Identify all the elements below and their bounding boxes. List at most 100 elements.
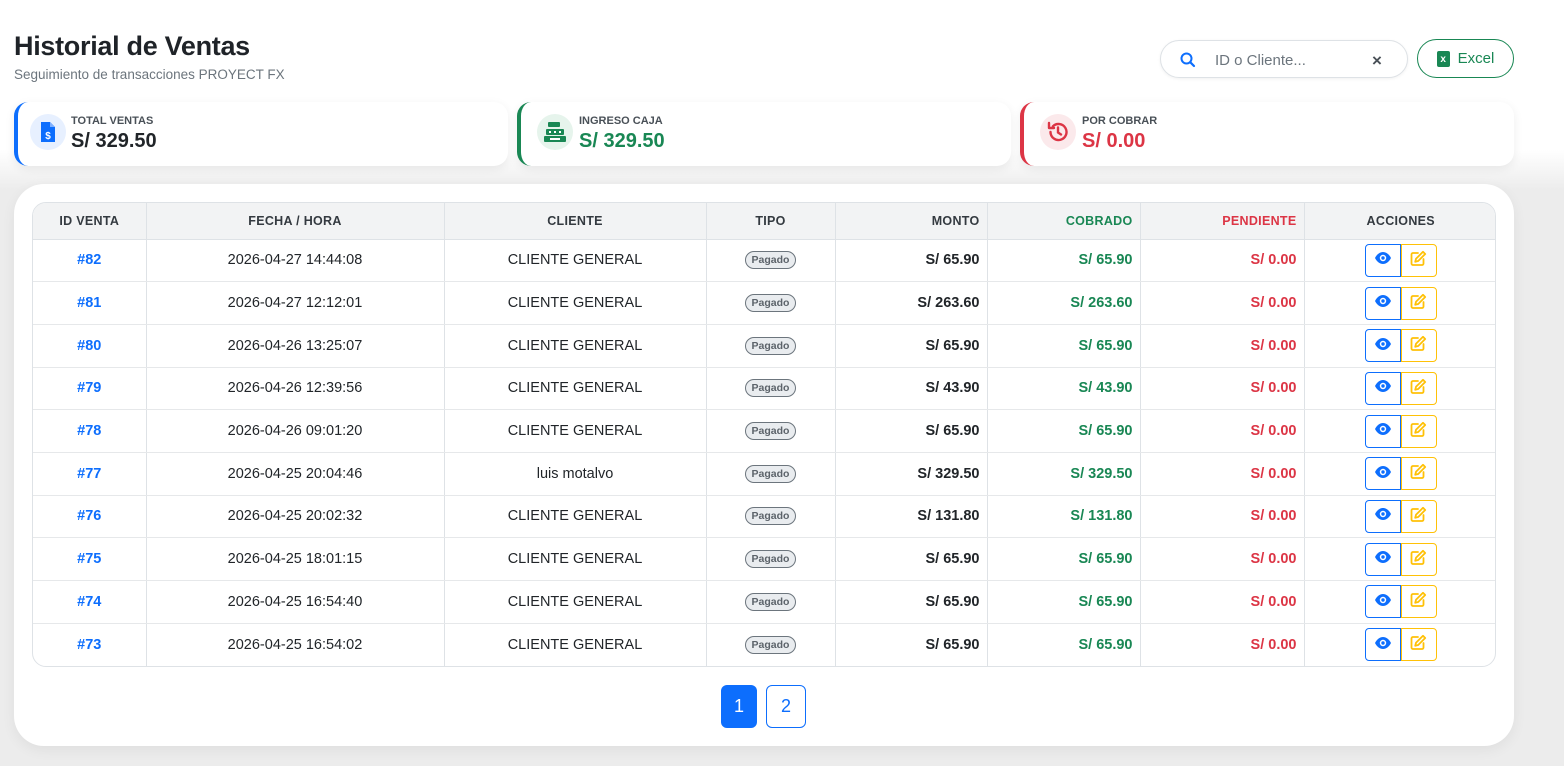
table-row: #76 2026-04-25 20:02:32 CLIENTE GENERAL Pag… bbox=[33, 495, 1495, 539]
sale-pending: S/ 0.00 bbox=[1140, 239, 1305, 283]
sale-amount: S/ 263.60 bbox=[835, 281, 988, 325]
sale-id-link[interactable]: #78 bbox=[33, 409, 147, 453]
sale-datetime: 2026-04-26 09:01:20 bbox=[146, 409, 445, 453]
sale-client: luis motalvo bbox=[444, 452, 707, 496]
col-header-pendiente[interactable]: PENDIENTE bbox=[1140, 203, 1305, 240]
sale-amount: S/ 43.90 bbox=[835, 367, 988, 411]
page-button-2[interactable]: 2 bbox=[766, 685, 806, 728]
view-button[interactable] bbox=[1364, 542, 1401, 576]
table-row: #81 2026-04-27 12:12:01 CLIENTE GENERAL Pag… bbox=[33, 281, 1495, 325]
edit-icon bbox=[1410, 293, 1427, 314]
table-row: #79 2026-04-26 12:39:56 CLIENTE GENERAL Pag… bbox=[33, 367, 1495, 411]
sale-type-cell: Pagado bbox=[706, 580, 836, 624]
view-button[interactable] bbox=[1364, 499, 1401, 533]
sale-pending: S/ 0.00 bbox=[1140, 452, 1305, 496]
col-header-cobrado[interactable]: COBRADO bbox=[987, 203, 1141, 240]
sale-id-link[interactable]: #76 bbox=[33, 495, 147, 539]
col-header-cliente[interactable]: CLIENTE bbox=[444, 203, 707, 240]
edit-button[interactable] bbox=[1400, 457, 1437, 491]
sale-id-link[interactable]: #82 bbox=[33, 239, 147, 283]
sales-table-container: ID VENTA FECHA / HORA CLIENTE TIPO MONTO… bbox=[32, 202, 1496, 667]
invoice-dollar-icon: $ bbox=[30, 114, 66, 150]
sale-id-link[interactable]: #80 bbox=[33, 324, 147, 368]
sale-datetime: 2026-04-27 14:44:08 bbox=[146, 239, 445, 283]
search-box: × bbox=[1160, 40, 1408, 78]
sale-type-cell: Pagado bbox=[706, 281, 836, 325]
sale-type-cell: Pagado bbox=[706, 367, 836, 411]
page-title: Historial de Ventas bbox=[14, 31, 250, 61]
edit-button[interactable] bbox=[1400, 499, 1437, 533]
table-row: #80 2026-04-26 13:25:07 CLIENTE GENERAL Pag… bbox=[33, 324, 1495, 368]
eye-icon bbox=[1374, 465, 1392, 483]
actions-cell bbox=[1304, 623, 1495, 666]
view-button[interactable] bbox=[1364, 628, 1401, 662]
page-subtitle: Seguimiento de transacciones PROYECT FX bbox=[14, 67, 285, 82]
pagination: 1 2 bbox=[721, 685, 806, 728]
cash-register-icon bbox=[537, 114, 573, 150]
edit-button[interactable] bbox=[1400, 542, 1437, 576]
stat-value: S/ 0.00 bbox=[1082, 130, 1146, 152]
view-button[interactable] bbox=[1364, 414, 1401, 448]
edit-icon bbox=[1410, 421, 1427, 442]
status-badge: Pagado bbox=[744, 507, 797, 526]
stat-card-ingreso-caja: INGRESO CAJA S/ 329.50 bbox=[517, 102, 1011, 166]
sale-pending: S/ 0.00 bbox=[1140, 495, 1305, 539]
search-input[interactable] bbox=[1215, 49, 1365, 71]
view-button[interactable] bbox=[1364, 243, 1401, 277]
sale-type-cell: Pagado bbox=[706, 409, 836, 453]
eye-icon bbox=[1374, 337, 1392, 355]
view-button[interactable] bbox=[1364, 286, 1401, 320]
edit-button[interactable] bbox=[1400, 414, 1437, 448]
history-icon bbox=[1040, 114, 1076, 150]
stat-card-por-cobrar: POR COBRAR S/ 0.00 bbox=[1020, 102, 1514, 166]
sale-pending: S/ 0.00 bbox=[1140, 537, 1305, 581]
col-header-id[interactable]: ID VENTA bbox=[33, 203, 147, 240]
view-button[interactable] bbox=[1364, 585, 1401, 619]
edit-icon bbox=[1410, 250, 1427, 271]
sale-id-link[interactable]: #81 bbox=[33, 281, 147, 325]
col-header-tipo[interactable]: TIPO bbox=[706, 203, 836, 240]
sale-id-link[interactable]: #77 bbox=[33, 452, 147, 496]
page-button-1[interactable]: 1 bbox=[721, 685, 757, 728]
status-badge: Pagado bbox=[744, 550, 797, 569]
sale-id-link[interactable]: #74 bbox=[33, 580, 147, 624]
sale-datetime: 2026-04-25 16:54:02 bbox=[146, 623, 445, 666]
actions-cell bbox=[1304, 409, 1495, 453]
actions-cell bbox=[1304, 495, 1495, 539]
edit-button[interactable] bbox=[1400, 329, 1437, 363]
sale-datetime: 2026-04-27 12:12:01 bbox=[146, 281, 445, 325]
file-excel-icon: x bbox=[1436, 50, 1450, 67]
view-button[interactable] bbox=[1364, 457, 1401, 491]
sale-collected: S/ 65.90 bbox=[987, 623, 1141, 666]
clear-icon[interactable]: × bbox=[1367, 51, 1387, 71]
col-header-fecha[interactable]: FECHA / HORA bbox=[146, 203, 445, 240]
edit-button[interactable] bbox=[1400, 585, 1437, 619]
actions-cell bbox=[1304, 281, 1495, 325]
actions-cell bbox=[1304, 452, 1495, 496]
excel-export-button[interactable]: x Excel bbox=[1417, 39, 1514, 78]
edit-button[interactable] bbox=[1400, 243, 1437, 277]
view-button[interactable] bbox=[1364, 329, 1401, 363]
sale-amount: S/ 65.90 bbox=[835, 580, 988, 624]
edit-button[interactable] bbox=[1400, 371, 1437, 405]
edit-button[interactable] bbox=[1400, 286, 1437, 320]
sale-client: CLIENTE GENERAL bbox=[444, 495, 707, 539]
sale-client: CLIENTE GENERAL bbox=[444, 239, 707, 283]
sale-type-cell: Pagado bbox=[706, 324, 836, 368]
edit-icon bbox=[1410, 335, 1427, 356]
actions-cell bbox=[1304, 537, 1495, 581]
sale-id-link[interactable]: #73 bbox=[33, 623, 147, 666]
sale-amount: S/ 131.80 bbox=[835, 495, 988, 539]
sale-collected: S/ 43.90 bbox=[987, 367, 1141, 411]
sale-id-link[interactable]: #75 bbox=[33, 537, 147, 581]
sale-collected: S/ 65.90 bbox=[987, 239, 1141, 283]
edit-button[interactable] bbox=[1400, 628, 1437, 662]
col-header-monto[interactable]: MONTO bbox=[835, 203, 988, 240]
sale-id-link[interactable]: #79 bbox=[33, 367, 147, 411]
sale-client: CLIENTE GENERAL bbox=[444, 580, 707, 624]
table-row: #74 2026-04-25 16:54:40 CLIENTE GENERAL Pag… bbox=[33, 580, 1495, 624]
sale-amount: S/ 65.90 bbox=[835, 239, 988, 283]
eye-icon bbox=[1374, 294, 1392, 312]
view-button[interactable] bbox=[1364, 371, 1401, 405]
eye-icon bbox=[1374, 251, 1392, 269]
